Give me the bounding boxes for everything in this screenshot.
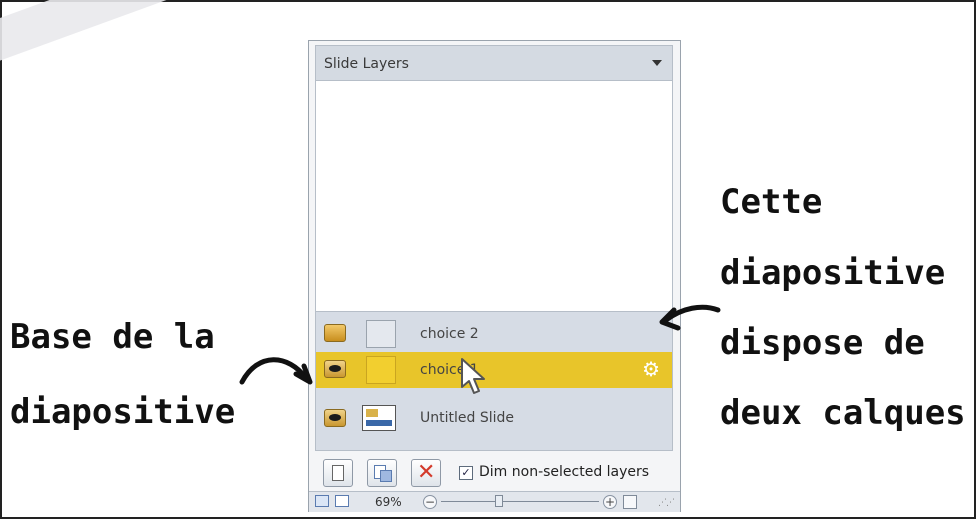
delete-layer-button[interactable]: ✕ bbox=[411, 459, 441, 487]
annotation-left-line-1: Base de la bbox=[10, 317, 215, 357]
zoom-slider-track[interactable] bbox=[441, 501, 599, 502]
annotation-right-line-2: diapositive bbox=[720, 253, 946, 293]
dim-layers-checkbox[interactable]: ✓ bbox=[459, 466, 473, 480]
slide-layers-panel: Slide Layers choice 2 choice 1 ⚙ Untitle… bbox=[308, 40, 681, 512]
zoom-out-button[interactable]: − bbox=[423, 495, 437, 509]
layers-toolbar: ✕ ✓ Dim non-selected layers bbox=[315, 459, 673, 487]
slide-thumbnail bbox=[362, 405, 396, 431]
chevron-down-icon[interactable] bbox=[652, 60, 662, 66]
dim-layers-label: Dim non-selected layers bbox=[479, 464, 650, 480]
eye-icon[interactable] bbox=[324, 409, 346, 427]
panel-header[interactable]: Slide Layers bbox=[315, 45, 673, 81]
layer-name: Untitled Slide bbox=[420, 410, 514, 426]
annotation-right-line-3: dispose de bbox=[720, 323, 925, 363]
duplicate-icon-overlay bbox=[380, 470, 392, 482]
annotation-left-line-2: diapositive bbox=[10, 392, 236, 432]
normal-view-icon[interactable] bbox=[315, 495, 329, 507]
layer-row-base-slide[interactable]: Untitled Slide bbox=[316, 399, 672, 437]
screenshot-frame: Slide Layers choice 2 choice 1 ⚙ Untitle… bbox=[0, 0, 976, 519]
fit-to-window-icon[interactable] bbox=[623, 495, 637, 509]
annotation-right-line-1: Cette bbox=[720, 182, 823, 222]
layers-list: choice 2 choice 1 ⚙ Untitled Slide bbox=[315, 311, 673, 451]
gear-icon[interactable]: ⚙ bbox=[642, 359, 660, 379]
layer-thumbnail bbox=[366, 356, 396, 384]
delete-icon: ✕ bbox=[417, 460, 436, 485]
arrow-to-layer-icon bbox=[659, 304, 721, 331]
new-layer-button[interactable] bbox=[323, 459, 353, 487]
zoom-level: 69% bbox=[375, 495, 402, 509]
layer-name: choice 2 bbox=[420, 326, 479, 342]
panel-title: Slide Layers bbox=[324, 56, 409, 72]
slide-show-icon[interactable] bbox=[335, 495, 349, 507]
mouse-cursor-icon bbox=[461, 358, 485, 394]
layer-row-choice-1[interactable]: choice 1 ⚙ bbox=[316, 352, 672, 394]
corner-decoration bbox=[0, 0, 231, 69]
resize-grip-icon[interactable]: ⋰⋰ bbox=[658, 498, 675, 508]
layers-empty-area bbox=[315, 81, 673, 311]
arrow-to-base-slide-icon bbox=[239, 357, 313, 385]
annotation-right-line-4: deux calques bbox=[720, 393, 966, 433]
zoom-slider-thumb[interactable] bbox=[495, 495, 503, 507]
layer-thumbnail bbox=[366, 320, 396, 348]
layer-hidden-icon[interactable] bbox=[324, 324, 346, 342]
duplicate-layer-button[interactable] bbox=[367, 459, 397, 487]
status-bar: 69% − + ⋰⋰ bbox=[309, 491, 680, 512]
layer-row-choice-2[interactable]: choice 2 bbox=[316, 316, 672, 350]
new-page-icon bbox=[332, 465, 344, 481]
zoom-in-button[interactable]: + bbox=[603, 495, 617, 509]
